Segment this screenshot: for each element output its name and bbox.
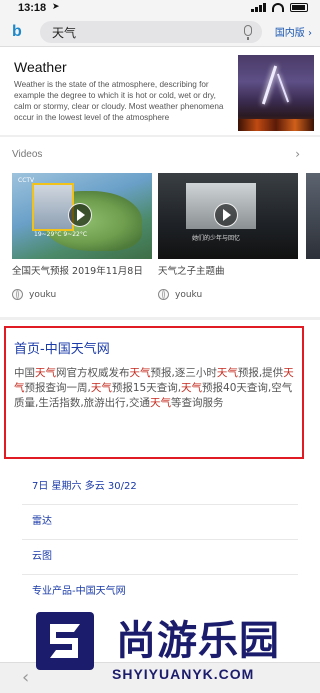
snippet-text: 中国 xyxy=(14,367,35,379)
videos-section: Videos › CCTV 19~29°C 9~22°C 全国天气预报 2019… xyxy=(0,137,320,317)
search-bar: b 天气 国内版 › xyxy=(0,18,320,47)
temperature-caption: 19~29°C 9~22°C xyxy=(34,231,88,238)
snippet-text: 预报,提供 xyxy=(237,367,284,379)
snippet-keyword: 天气 xyxy=(129,367,151,379)
video-thumbnail[interactable]: CCTV 19~29°C 9~22°C xyxy=(12,173,152,259)
video-thumbnail-partial[interactable] xyxy=(306,173,320,259)
search-query[interactable]: 天气 xyxy=(52,24,76,41)
search-input[interactable]: 天气 xyxy=(40,21,262,43)
battery-icon xyxy=(290,3,308,12)
snippet-text: 等查询服务 xyxy=(171,397,224,409)
watermark-text: 尚游乐园 xyxy=(116,618,280,664)
status-bar: 13:18 ➤ xyxy=(0,0,320,18)
watermark-domain: SHYIYUANYK.COM xyxy=(112,666,255,682)
play-icon[interactable] xyxy=(68,203,92,227)
snippet-text: 预报15天查询, xyxy=(111,382,182,394)
snippet-keyword: 天气 xyxy=(150,397,172,409)
video-subtitle: 她们的少年与回忆 xyxy=(192,235,241,242)
sublink[interactable]: 雷达 xyxy=(22,504,298,539)
play-icon[interactable] xyxy=(214,203,238,227)
microphone-icon[interactable] xyxy=(244,25,252,40)
video-title[interactable]: 天气之子主题曲 xyxy=(158,265,298,278)
video-source: youku xyxy=(12,289,56,300)
weather-knowledge-card[interactable]: Weather Weather is the state of the atmo… xyxy=(0,47,320,135)
signal-icon xyxy=(251,3,266,12)
chevron-right-icon: › xyxy=(308,28,312,39)
snippet-keyword: 天气 xyxy=(181,382,203,394)
region-switch[interactable]: 国内版 › xyxy=(275,24,312,39)
video-source: youku xyxy=(158,289,202,300)
globe-icon xyxy=(158,289,169,300)
video-thumbnail[interactable]: 她们的少年与回忆 xyxy=(158,173,298,259)
snippet-text: 预报查询一周, xyxy=(24,382,91,394)
watermark: 尚游乐园 SHYIYUANYK.COM xyxy=(20,602,320,692)
watermark-logo-icon xyxy=(36,612,94,670)
result-title-link[interactable]: 首页-中国天气网 xyxy=(14,338,110,357)
snippet-keyword: 天气 xyxy=(90,382,112,394)
snippet-keyword: 天气 xyxy=(216,367,238,379)
video-title[interactable]: 全国天气预报 2019年11月8日 xyxy=(12,265,152,278)
chevron-right-icon[interactable]: › xyxy=(295,147,300,161)
channel-tag: CCTV xyxy=(18,177,35,184)
snippet-text: 预报,逐三小时 xyxy=(150,367,217,379)
snippet-text: 网官方权威发布 xyxy=(56,367,130,379)
wifi-icon xyxy=(272,3,284,12)
bing-logo-icon[interactable]: b xyxy=(12,23,26,41)
sublink[interactable]: 7日 星期六 多云 30/22 xyxy=(22,470,298,504)
result-snippet: 中国天气网官方权威发布天气预报,逐三小时天气预报,提供天气预报查询一周,天气预报… xyxy=(14,366,296,411)
weather-title: Weather xyxy=(14,59,67,75)
videos-heading: Videos xyxy=(12,149,43,160)
status-icons xyxy=(251,3,308,12)
sublink[interactable]: 云图 xyxy=(22,539,298,574)
weather-description: Weather is the state of the atmosphere, … xyxy=(14,80,224,122)
clock: 13:18 xyxy=(18,2,47,14)
lightning-storm-image[interactable] xyxy=(238,55,314,131)
snippet-keyword: 天气 xyxy=(35,367,56,379)
result-sublinks: 7日 星期六 多云 30/22 雷达 云图 专业产品-中国天气网 xyxy=(22,470,298,609)
globe-icon xyxy=(12,289,23,300)
location-arrow-icon: ➤ xyxy=(52,2,60,12)
